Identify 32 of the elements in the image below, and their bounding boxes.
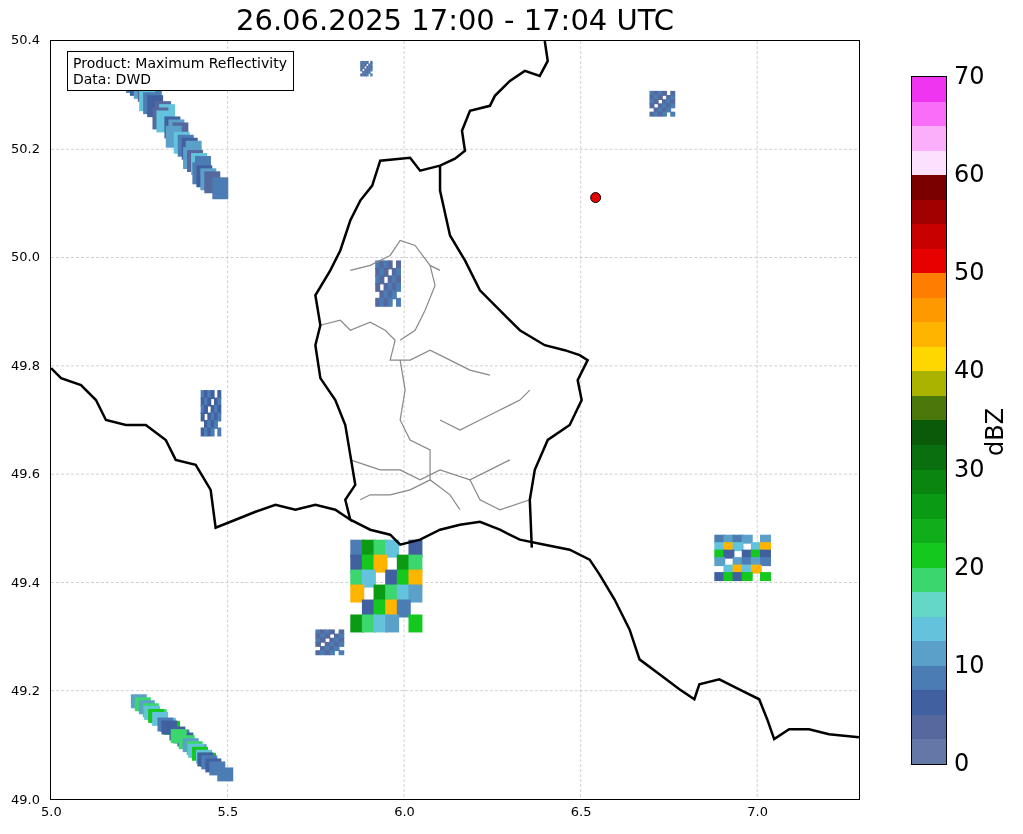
chart-title: 26.06.2025 17:00 - 17:04 UTC (236, 5, 674, 35)
colorbar-tick-label: 70 (954, 64, 986, 88)
colorbar-tick-label: 10 (954, 652, 986, 677)
x-tick-label: 5.5 (217, 804, 239, 820)
x-tick-label: 6.5 (570, 804, 592, 820)
y-tick-label: 49.4 (11, 574, 40, 591)
x-tick-label: 7.0 (747, 804, 768, 820)
colorbar-tick-label: 20 (954, 554, 986, 579)
x-tick-label: 6.0 (394, 804, 415, 820)
x-tick-label: 5.0 (41, 804, 62, 820)
precipitation-cell (649, 90, 676, 117)
y-tick-label: 49.2 (11, 683, 40, 700)
colorbar-tick-label: 30 (954, 456, 985, 481)
colorbar-tick-label: 50 (954, 260, 986, 285)
precipitation-cell (714, 534, 771, 582)
precipitation-cell (200, 390, 222, 437)
info-text: Product: Maximum Reflectivity (73, 55, 287, 71)
colorbar-label: dBZ (982, 407, 1007, 457)
colorbar-tick-label: 40 (954, 358, 986, 383)
precipitation-cell (315, 629, 345, 656)
y-tick-label: 49.0 (11, 791, 40, 808)
precipitation-cell (360, 60, 373, 77)
y-tick-label: 49.8 (11, 357, 40, 374)
y-tick-label: 49.6 (11, 466, 40, 483)
y-tick-label: 50.4 (11, 32, 40, 48)
info-text: Data: DWD (73, 71, 152, 87)
location-marker (590, 192, 602, 204)
y-tick-label: 50.0 (11, 249, 40, 266)
precipitation-cell (375, 260, 401, 307)
colorbar-tick-label: 60 (954, 162, 986, 187)
colorbar-tick-label: 0 (954, 751, 971, 775)
y-tick-label: 50.2 (11, 140, 40, 157)
